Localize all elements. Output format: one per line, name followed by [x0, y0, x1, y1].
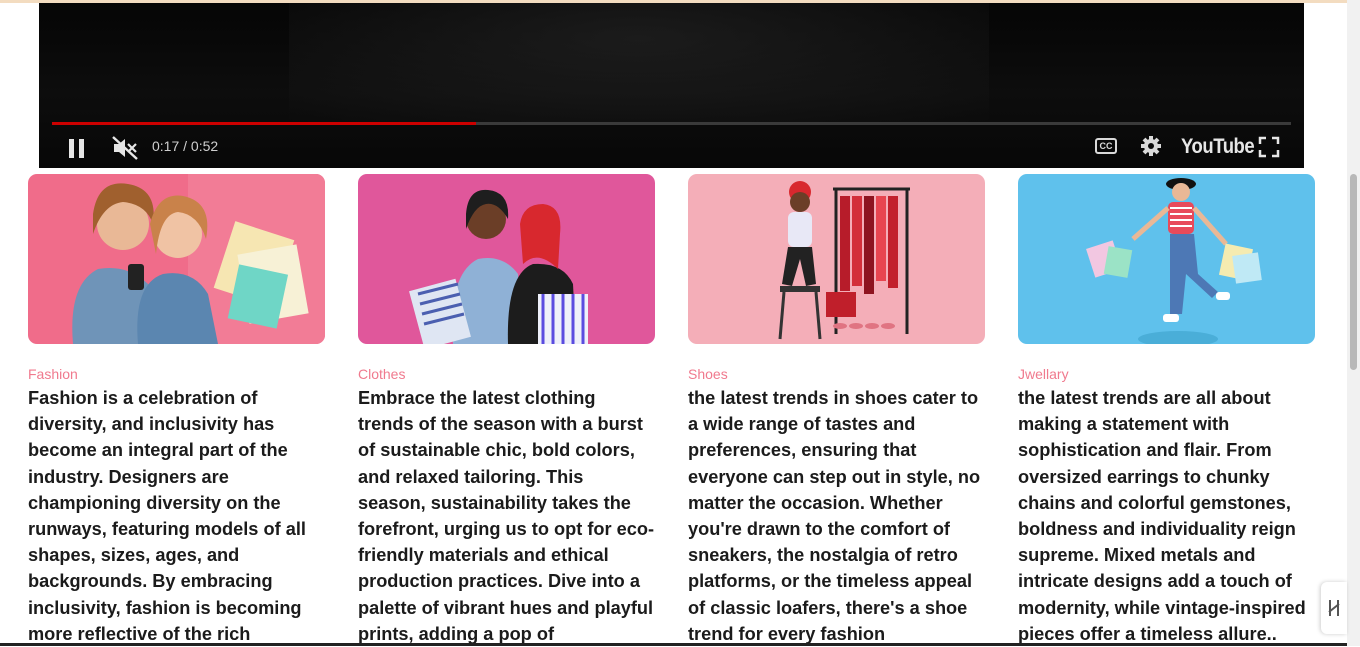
progress-bar[interactable]: [52, 122, 1291, 125]
card-category[interactable]: Fashion: [28, 366, 325, 383]
card-image-jewellery[interactable]: [1018, 174, 1315, 344]
card-image-fashion[interactable]: [28, 174, 325, 344]
page-scrollbar[interactable]: [1347, 0, 1360, 646]
card-category[interactable]: Clothes: [358, 366, 655, 383]
video-player[interactable]: 0:17 / 0:52 CC YouTube: [39, 3, 1304, 168]
card-description: Embrace the latest clothing trends of th…: [358, 388, 655, 644]
youtube-logo[interactable]: YouTube: [1181, 135, 1255, 159]
progress-fill: [52, 122, 476, 125]
card-category[interactable]: Shoes: [688, 366, 985, 383]
mute-icon[interactable]: [110, 134, 140, 162]
scrollbar-thumb[interactable]: [1350, 174, 1357, 370]
card-category[interactable]: Jwellary: [1018, 366, 1315, 383]
video-frame: [289, 3, 989, 123]
floating-widget-icon[interactable]: [1321, 582, 1347, 634]
card-fashion: Fashion Fashion is a celebration of dive…: [28, 174, 325, 647]
gear-icon[interactable]: [1139, 134, 1163, 158]
card-shoes: Shoes the latest trends in shoes cater t…: [688, 174, 985, 647]
card-description: Fashion is a celebration of diversity, a…: [28, 388, 306, 644]
card-clothes: Clothes Embrace the latest clothing tren…: [358, 174, 655, 647]
fullscreen-icon[interactable]: [1258, 136, 1280, 158]
card-image-shoes[interactable]: [688, 174, 985, 344]
card-jewellery: Jwellary the latest trends are all about…: [1018, 174, 1315, 647]
card-description: the latest trends are all about making a…: [1018, 388, 1306, 644]
pause-icon[interactable]: [65, 136, 91, 162]
cc-icon[interactable]: CC: [1095, 138, 1117, 154]
time-display: 0:17 / 0:52: [152, 138, 219, 154]
card-image-clothes[interactable]: [358, 174, 655, 344]
card-description: the latest trends in shoes cater to a wi…: [688, 388, 981, 644]
